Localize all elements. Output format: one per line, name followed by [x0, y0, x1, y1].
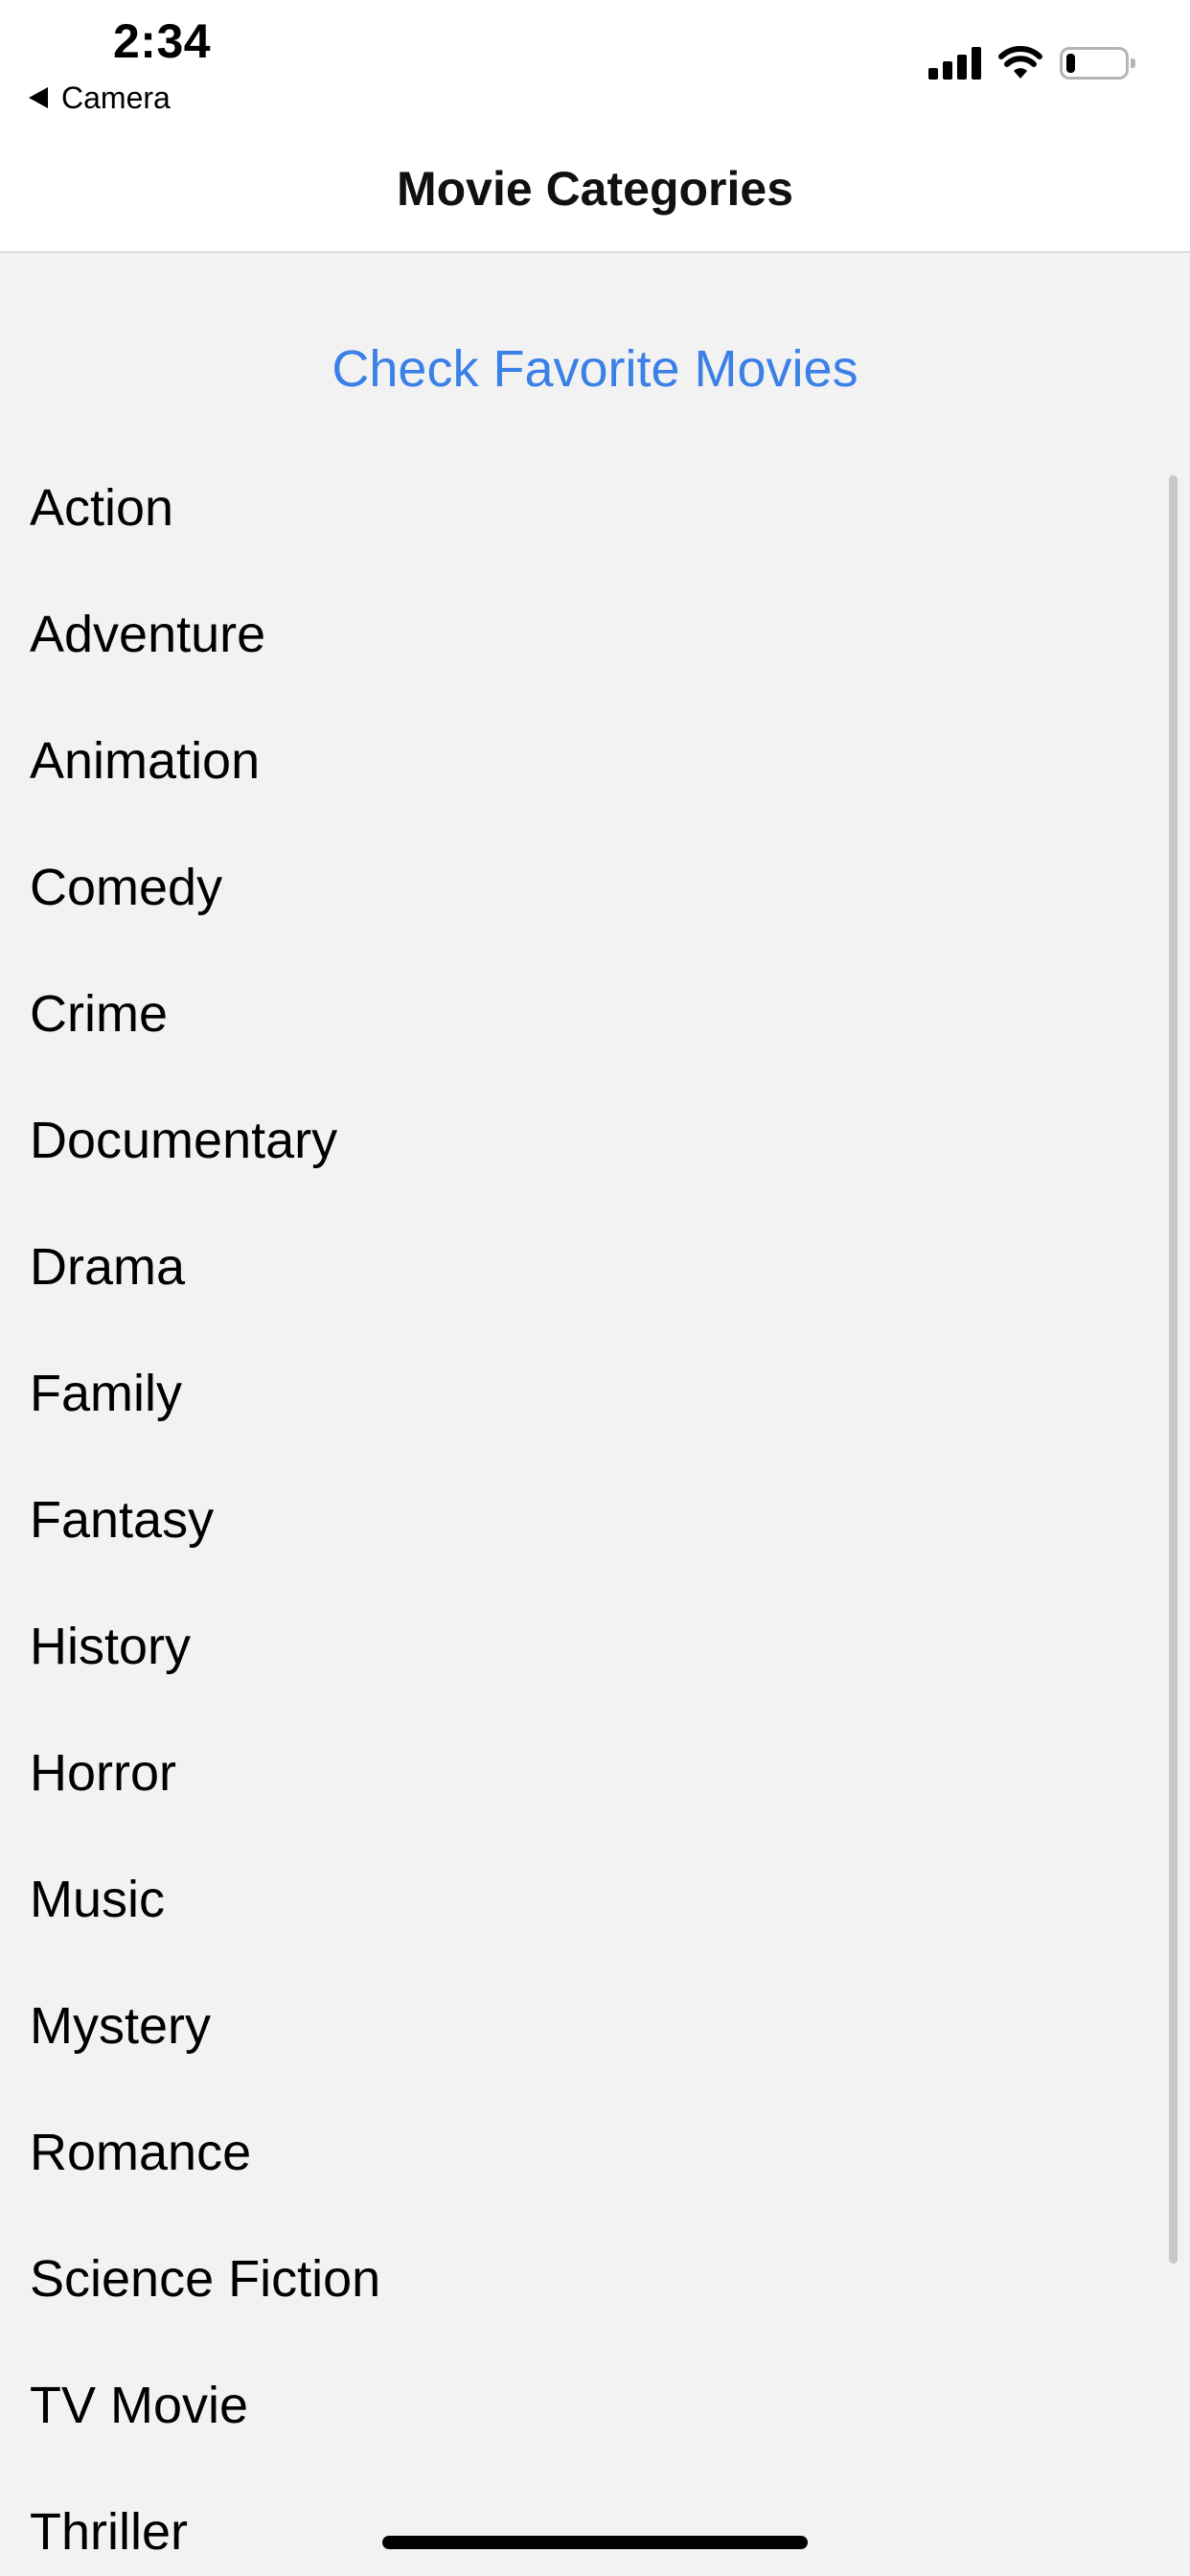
status-time: 2:34 — [113, 14, 212, 68]
home-indicator[interactable] — [382, 2536, 808, 2549]
category-item-crime[interactable]: Crime — [0, 951, 1190, 1077]
back-to-camera-link[interactable]: Camera — [29, 79, 171, 117]
category-item-adventure[interactable]: Adventure — [0, 571, 1190, 698]
category-item-fantasy[interactable]: Fantasy — [0, 1457, 1190, 1583]
category-item-horror[interactable]: Horror — [0, 1710, 1190, 1836]
category-item-mystery[interactable]: Mystery — [0, 1963, 1190, 2089]
page-title: Movie Categories — [396, 162, 793, 216]
wifi-icon — [998, 46, 1042, 79]
back-link-label: Camera — [61, 80, 171, 115]
category-list: Action Adventure Animation Comedy Crime Docum… — [0, 445, 1190, 2576]
battery-fill — [1066, 54, 1075, 73]
category-item-romance[interactable]: Romance — [0, 2089, 1190, 2216]
category-item-family[interactable]: Family — [0, 1330, 1190, 1457]
category-item-action[interactable]: Action — [0, 445, 1190, 571]
battery-icon — [1060, 47, 1135, 80]
category-item-music[interactable]: Music — [0, 1836, 1190, 1963]
check-favorite-movies-button[interactable]: Check Favorite Movies — [0, 339, 1190, 399]
category-item-animation[interactable]: Animation — [0, 698, 1190, 824]
category-item-drama[interactable]: Drama — [0, 1204, 1190, 1330]
top-bar: 2:34 Camera Movie Categories — [0, 0, 1190, 253]
category-item-documentary[interactable]: Documentary — [0, 1077, 1190, 1204]
main-content[interactable]: Check Favorite Movies Action Adventure Ani… — [0, 253, 1190, 2576]
battery-tip — [1131, 58, 1135, 68]
back-triangle-icon — [29, 87, 48, 108]
category-item-history[interactable]: History — [0, 1583, 1190, 1710]
category-item-thriller[interactable]: Thriller — [0, 2469, 1190, 2576]
status-icons — [928, 40, 1135, 86]
scroll-indicator[interactable] — [1169, 475, 1178, 2264]
category-item-comedy[interactable]: Comedy — [0, 824, 1190, 951]
category-item-science-fiction[interactable]: Science Fiction — [0, 2216, 1190, 2342]
cellular-signal-icon — [928, 47, 981, 80]
category-item-tv-movie[interactable]: TV Movie — [0, 2342, 1190, 2469]
